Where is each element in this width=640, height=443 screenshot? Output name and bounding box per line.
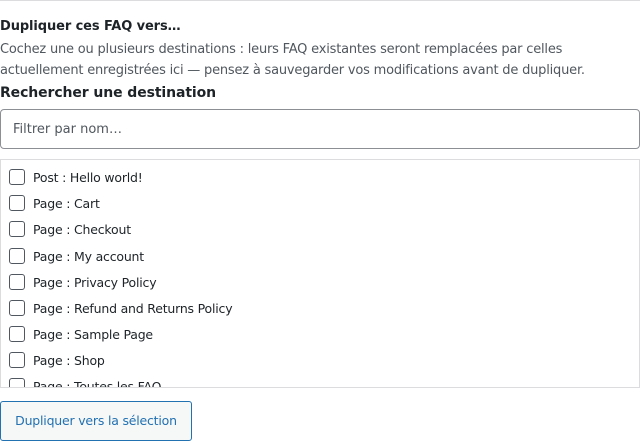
destination-label: Page : Shop bbox=[33, 352, 105, 368]
destination-item[interactable]: Page : Cart bbox=[9, 194, 100, 212]
destination-checkbox[interactable] bbox=[9, 378, 25, 387]
destination-checkbox[interactable] bbox=[9, 352, 25, 368]
destination-label: Page : Checkout bbox=[33, 221, 131, 237]
search-input[interactable] bbox=[0, 109, 640, 149]
destination-label: Page : My account bbox=[33, 248, 144, 264]
destination-label: Page : Toutes les FAQ bbox=[33, 378, 162, 388]
destination-item[interactable]: Post : Hello world! bbox=[9, 168, 143, 186]
destination-item[interactable]: Page : Checkout bbox=[9, 220, 131, 238]
destination-checkbox[interactable] bbox=[9, 274, 25, 290]
section-heading: Dupliquer ces FAQ vers… bbox=[0, 19, 181, 34]
destination-checkbox[interactable] bbox=[9, 221, 25, 237]
destination-checkbox[interactable] bbox=[9, 248, 25, 264]
destination-list[interactable]: Post : Hello world! Page : Cart Page : C… bbox=[0, 159, 640, 388]
destination-label: Page : Refund and Returns Policy bbox=[33, 300, 233, 316]
destination-item[interactable]: Page : Sample Page bbox=[9, 325, 153, 343]
destination-checkbox[interactable] bbox=[9, 326, 25, 342]
section-description: Cochez une ou plusieurs destinations : l… bbox=[0, 42, 585, 78]
destination-item[interactable]: Page : Refund and Returns Policy bbox=[9, 299, 233, 317]
duplicate-button[interactable]: Dupliquer vers la sélection bbox=[0, 401, 192, 441]
top-divider bbox=[0, 0, 640, 1]
destination-label: Page : Privacy Policy bbox=[33, 274, 157, 290]
destination-label: Post : Hello world! bbox=[33, 169, 143, 185]
destination-item[interactable]: Page : Toutes les FAQ bbox=[9, 377, 162, 388]
destination-checkbox[interactable] bbox=[9, 300, 25, 316]
destination-checkbox[interactable] bbox=[9, 195, 25, 211]
search-label: Rechercher une destination bbox=[0, 85, 217, 101]
destination-item[interactable]: Page : My account bbox=[9, 247, 144, 265]
destination-label: Page : Cart bbox=[33, 195, 100, 211]
destination-label: Page : Sample Page bbox=[33, 326, 153, 342]
destination-checkbox[interactable] bbox=[9, 169, 25, 185]
destination-item[interactable]: Page : Privacy Policy bbox=[9, 273, 157, 291]
destination-item[interactable]: Page : Shop bbox=[9, 351, 105, 369]
